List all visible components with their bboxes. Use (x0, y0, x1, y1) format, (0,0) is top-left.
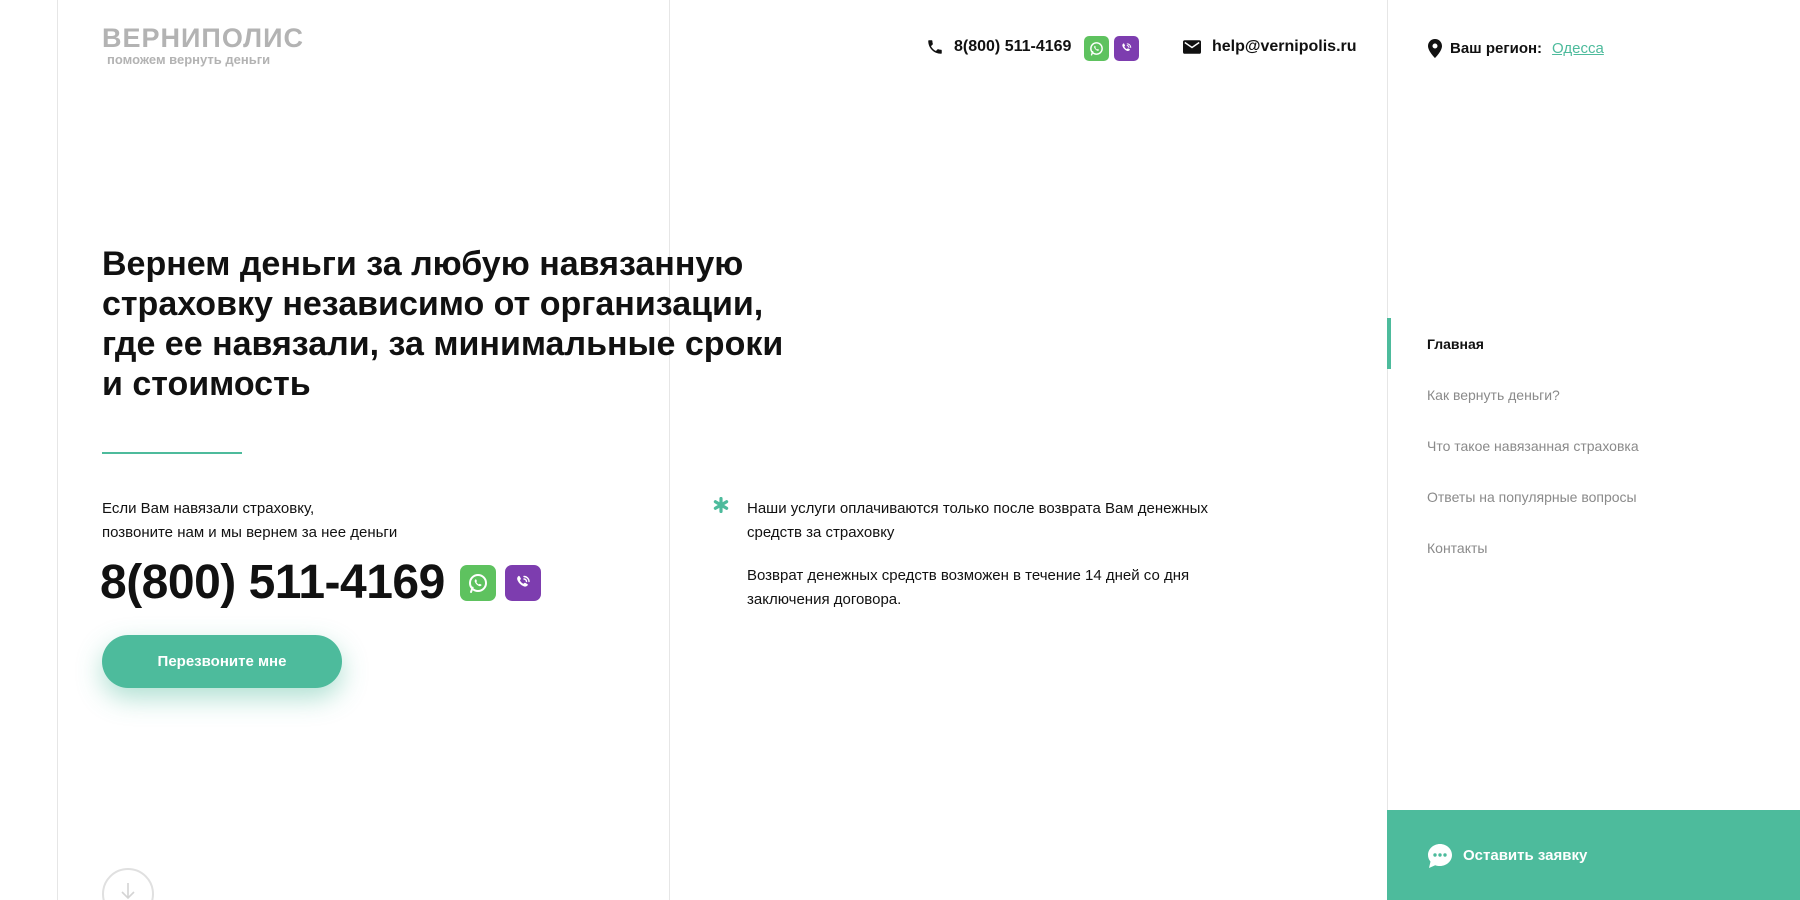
header-messengers (1084, 36, 1139, 61)
hero-text: Если Вам навязали страховку, позвоните н… (102, 497, 522, 545)
side-nav: Главная Как вернуть деньги? Что такое на… (1387, 318, 1800, 573)
info-item: Возврат денежных средств возможен в тече… (747, 567, 1190, 608)
header-phone-link[interactable]: 8(800) 511-4169 (926, 38, 1071, 56)
nav-item-home[interactable]: Главная (1387, 318, 1800, 369)
region-label: Ваш регион: (1450, 40, 1543, 57)
header-email: help@vernipolis.ru (1212, 38, 1357, 55)
region-city-link[interactable]: Одесса (1552, 40, 1604, 57)
hero-text-line: Если Вам навязали страховку, (102, 500, 315, 517)
arrow-down-icon (121, 883, 135, 900)
guide-line (57, 0, 58, 900)
phone-icon (928, 40, 942, 54)
viber-icon[interactable] (505, 565, 541, 601)
hero-title: Вернем деньги за любую навязанную страхо… (102, 245, 784, 403)
logo-subtitle: поможем вернуть деньги (107, 52, 271, 67)
header-phone-number: 8(800) 511-4169 (954, 38, 1072, 55)
page: ВЕРНИПОЛИС поможем вернуть деньги 8(800)… (0, 0, 1800, 900)
whatsapp-icon[interactable] (1084, 36, 1109, 61)
scroll-down-button[interactable] (102, 868, 154, 900)
leave-request-button[interactable]: Оставить заявку (1387, 810, 1800, 900)
callback-button[interactable]: Перезвоните мне (102, 635, 342, 688)
mail-icon (1183, 40, 1201, 54)
hero-messengers (460, 565, 541, 601)
hero-text-line: позвоните нам и мы вернем за нее деньги (102, 524, 398, 541)
nav-item-how-to-return[interactable]: Как вернуть деньги? (1387, 369, 1800, 420)
nav-item-contacts[interactable]: Контакты (1387, 522, 1800, 573)
viber-icon[interactable] (1114, 36, 1139, 61)
header-email-link[interactable]: help@vernipolis.ru (1183, 38, 1357, 56)
region-selector: Ваш регион: Одесса (1428, 39, 1604, 58)
leave-request-label: Оставить заявку (1463, 847, 1588, 864)
chat-bubble-icon (1428, 844, 1452, 868)
hero-divider (102, 452, 242, 454)
guide-line (669, 0, 670, 900)
logo-title: ВЕРНИПОЛИС (102, 23, 305, 53)
asterisk-icon (713, 497, 729, 513)
location-pin-icon (1428, 39, 1442, 58)
nav-item-what-is-imposed-insurance[interactable]: Что такое навязанная страховка (1387, 420, 1800, 471)
info-item: Наши услуги оплачиваются только после во… (747, 500, 1208, 541)
nav-item-faq[interactable]: Ответы на популярные вопросы (1387, 471, 1800, 522)
logo[interactable]: ВЕРНИПОЛИС поможем вернуть деньги (102, 24, 304, 68)
hero-phone-number[interactable]: 8(800) 511-4169 (100, 555, 445, 611)
whatsapp-icon[interactable] (460, 565, 496, 601)
